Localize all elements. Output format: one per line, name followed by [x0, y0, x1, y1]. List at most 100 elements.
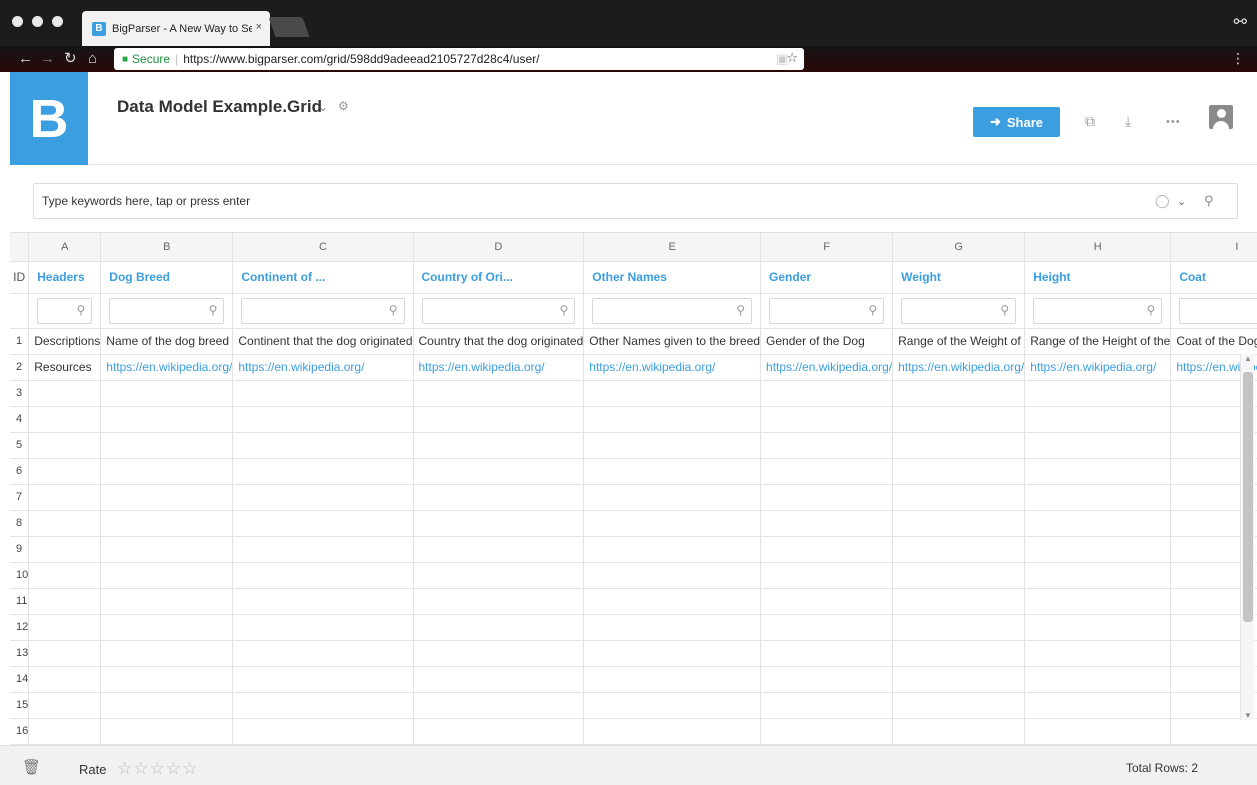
grid-cell[interactable] [760, 614, 894, 641]
grid-cell[interactable]: https://en.wikipedia.org/ [100, 354, 234, 381]
grid-cell[interactable] [100, 640, 234, 667]
grid-cell[interactable]: Other Names given to the breed [583, 328, 762, 355]
grid-cell[interactable] [100, 458, 234, 485]
grid-cell[interactable] [413, 536, 585, 563]
column-filter-input[interactable]: ⚲ [592, 297, 753, 324]
column-header[interactable]: Other Names [583, 261, 762, 294]
trash-icon[interactable]: 🗑 [22, 758, 41, 776]
browser-menu-icon[interactable]: ⋮ [1231, 50, 1245, 67]
grid-cell[interactable] [100, 380, 234, 407]
grid-cell[interactable] [583, 536, 762, 563]
grid-cell[interactable] [1024, 588, 1172, 615]
grid-cell[interactable] [413, 614, 585, 641]
grid-cell[interactable] [1024, 406, 1172, 433]
column-letter-G[interactable]: G [892, 233, 1026, 262]
grid-cell[interactable] [232, 484, 414, 511]
avatar[interactable] [1209, 105, 1233, 129]
grid-cell[interactable] [100, 718, 234, 745]
grid-cell[interactable] [892, 588, 1026, 615]
grid-cell[interactable] [28, 432, 102, 459]
grid-cell[interactable] [892, 718, 1026, 745]
grid-cell[interactable]: https://en.wikipedia.org/ [232, 354, 414, 381]
more-options-icon[interactable]: ••• [1166, 116, 1181, 128]
grid-cell[interactable] [28, 406, 102, 433]
grid-cell[interactable] [1024, 640, 1172, 667]
grid-cell[interactable] [583, 510, 762, 537]
grid-cell[interactable] [100, 562, 234, 589]
grid-cell[interactable] [892, 458, 1026, 485]
grid-cell[interactable] [892, 510, 1026, 537]
grid-cell[interactable] [892, 562, 1026, 589]
grid-cell[interactable] [1024, 536, 1172, 563]
grid-cell[interactable] [1024, 458, 1172, 485]
grid-cell[interactable] [1024, 484, 1172, 511]
scroll-up-icon[interactable]: ▲ [1244, 354, 1252, 363]
grid-cell[interactable] [583, 432, 762, 459]
grid-cell[interactable] [100, 432, 234, 459]
grid-cell[interactable] [892, 640, 1026, 667]
grid-cell[interactable] [413, 718, 585, 745]
grid-cell[interactable] [28, 380, 102, 407]
grid-cell[interactable] [892, 406, 1026, 433]
scroll-down-icon[interactable]: ▼ [1244, 711, 1252, 720]
grid-cell[interactable] [760, 692, 894, 719]
grid-cell[interactable] [760, 588, 894, 615]
window-minimize-button[interactable] [32, 16, 43, 27]
grid-cell[interactable] [760, 484, 894, 511]
grid-cell[interactable] [28, 458, 102, 485]
grid-cell[interactable]: Resources [28, 354, 102, 381]
grid-cell[interactable] [28, 692, 102, 719]
grid-cell[interactable] [232, 380, 414, 407]
check-circle-icon[interactable]: ◯ [1155, 193, 1170, 209]
grid-cell[interactable] [28, 510, 102, 537]
grid-cell[interactable] [760, 406, 894, 433]
grid-cell[interactable] [413, 692, 585, 719]
grid-cell[interactable] [1024, 666, 1172, 693]
column-header[interactable]: Height [1024, 261, 1172, 294]
grid-cell[interactable] [100, 666, 234, 693]
grid-cell[interactable] [232, 614, 414, 641]
column-header[interactable]: Dog Breed [100, 261, 234, 294]
rating-stars[interactable]: ☆☆☆☆☆ [117, 759, 198, 779]
grid-cell[interactable] [892, 666, 1026, 693]
grid-cell[interactable] [1024, 614, 1172, 641]
grid-cell[interactable] [100, 484, 234, 511]
grid-title[interactable]: Data Model Example.Grid [117, 97, 322, 117]
grid-cell[interactable] [100, 536, 234, 563]
grid-cell[interactable] [892, 380, 1026, 407]
grid-cell[interactable] [760, 458, 894, 485]
grid-cell[interactable] [28, 536, 102, 563]
column-letter-I[interactable]: I [1170, 233, 1257, 262]
column-header[interactable]: Country of Ori... [413, 261, 585, 294]
grid-cell[interactable] [583, 380, 762, 407]
grid-cell[interactable] [413, 666, 585, 693]
grid-cell[interactable] [1024, 562, 1172, 589]
grid-cell[interactable] [232, 588, 414, 615]
grid-cell[interactable]: Gender of the Dog [760, 328, 894, 355]
grid-cell[interactable] [583, 484, 762, 511]
grid-cell[interactable] [28, 614, 102, 641]
grid-cell[interactable] [583, 692, 762, 719]
grid-cell[interactable]: Descriptions [28, 328, 102, 355]
column-letter-B[interactable]: B [100, 233, 234, 262]
app-logo[interactable]: B [10, 72, 88, 165]
grid-cell[interactable] [232, 718, 414, 745]
grid-cell[interactable] [1024, 432, 1172, 459]
forward-arrow-icon[interactable]: → [40, 50, 55, 68]
grid-cell[interactable] [232, 640, 414, 667]
grid-cell[interactable]: Name of the dog breed [100, 328, 234, 355]
grid-cell[interactable] [1024, 380, 1172, 407]
grid-cell[interactable] [583, 458, 762, 485]
download-icon[interactable]: ⤓ [1125, 113, 1131, 130]
browser-tab[interactable]: B BigParser - A New Way to Sea × [82, 11, 270, 46]
column-filter-input[interactable]: ⚲ [1179, 297, 1257, 324]
search-icon[interactable]: ⚲ [1204, 193, 1214, 209]
grid-cell[interactable] [232, 458, 414, 485]
grid-cell[interactable] [760, 562, 894, 589]
grid-cell[interactable] [583, 562, 762, 589]
column-letter-E[interactable]: E [583, 233, 762, 262]
chevron-down-icon[interactable]: ⌄ [318, 100, 328, 114]
column-filter-input[interactable]: ⚲ [37, 297, 93, 324]
column-filter-input[interactable]: ⚲ [421, 297, 576, 324]
grid-cell[interactable] [892, 432, 1026, 459]
